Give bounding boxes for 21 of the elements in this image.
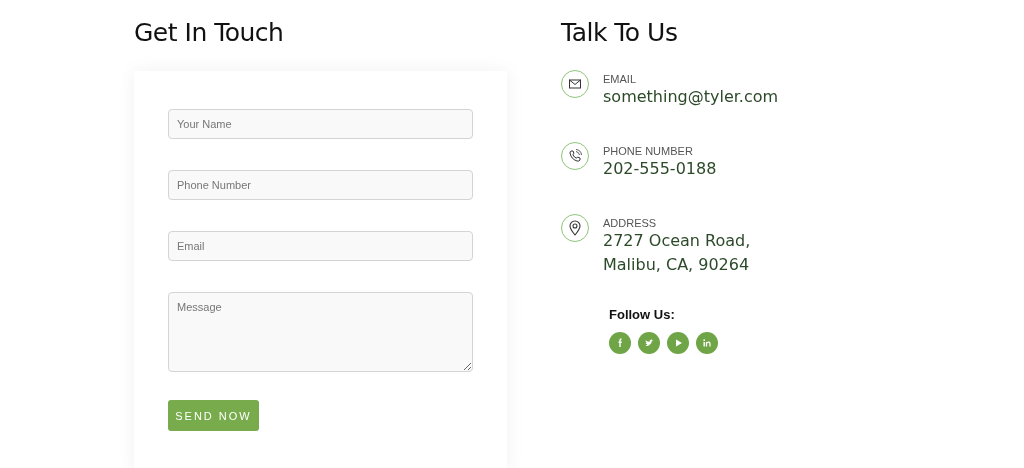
- play-icon[interactable]: [667, 332, 689, 354]
- contact-label: EMAIL: [603, 73, 637, 85]
- contact-label: ADDRESS: [603, 217, 658, 229]
- contact-label: PHONE NUMBER: [603, 145, 694, 157]
- twitter-icon[interactable]: [638, 332, 660, 354]
- contact-value: something@tyler.com: [603, 86, 779, 108]
- input-field[interactable]: Phone Number: [168, 170, 473, 200]
- contact-value: 202-555-0188: [603, 158, 717, 180]
- send-button[interactable]: SEND NOW: [168, 400, 259, 431]
- message-field[interactable]: Message: [168, 292, 473, 372]
- section-heading: Talk To Us: [561, 18, 679, 47]
- envelope-icon: [561, 70, 589, 98]
- facebook-icon[interactable]: [609, 332, 631, 354]
- follow-label: Follow Us:: [609, 307, 676, 322]
- linkedin-icon[interactable]: [696, 332, 718, 354]
- location-pin-icon: [561, 214, 589, 242]
- phone-icon: [561, 142, 589, 170]
- contact-value: 2727 Ocean Road, Malibu, CA, 90264: [603, 230, 752, 276]
- input-field[interactable]: Email: [168, 231, 473, 261]
- section-heading: Get In Touch: [134, 18, 285, 47]
- input-field[interactable]: Your Name: [168, 109, 473, 139]
